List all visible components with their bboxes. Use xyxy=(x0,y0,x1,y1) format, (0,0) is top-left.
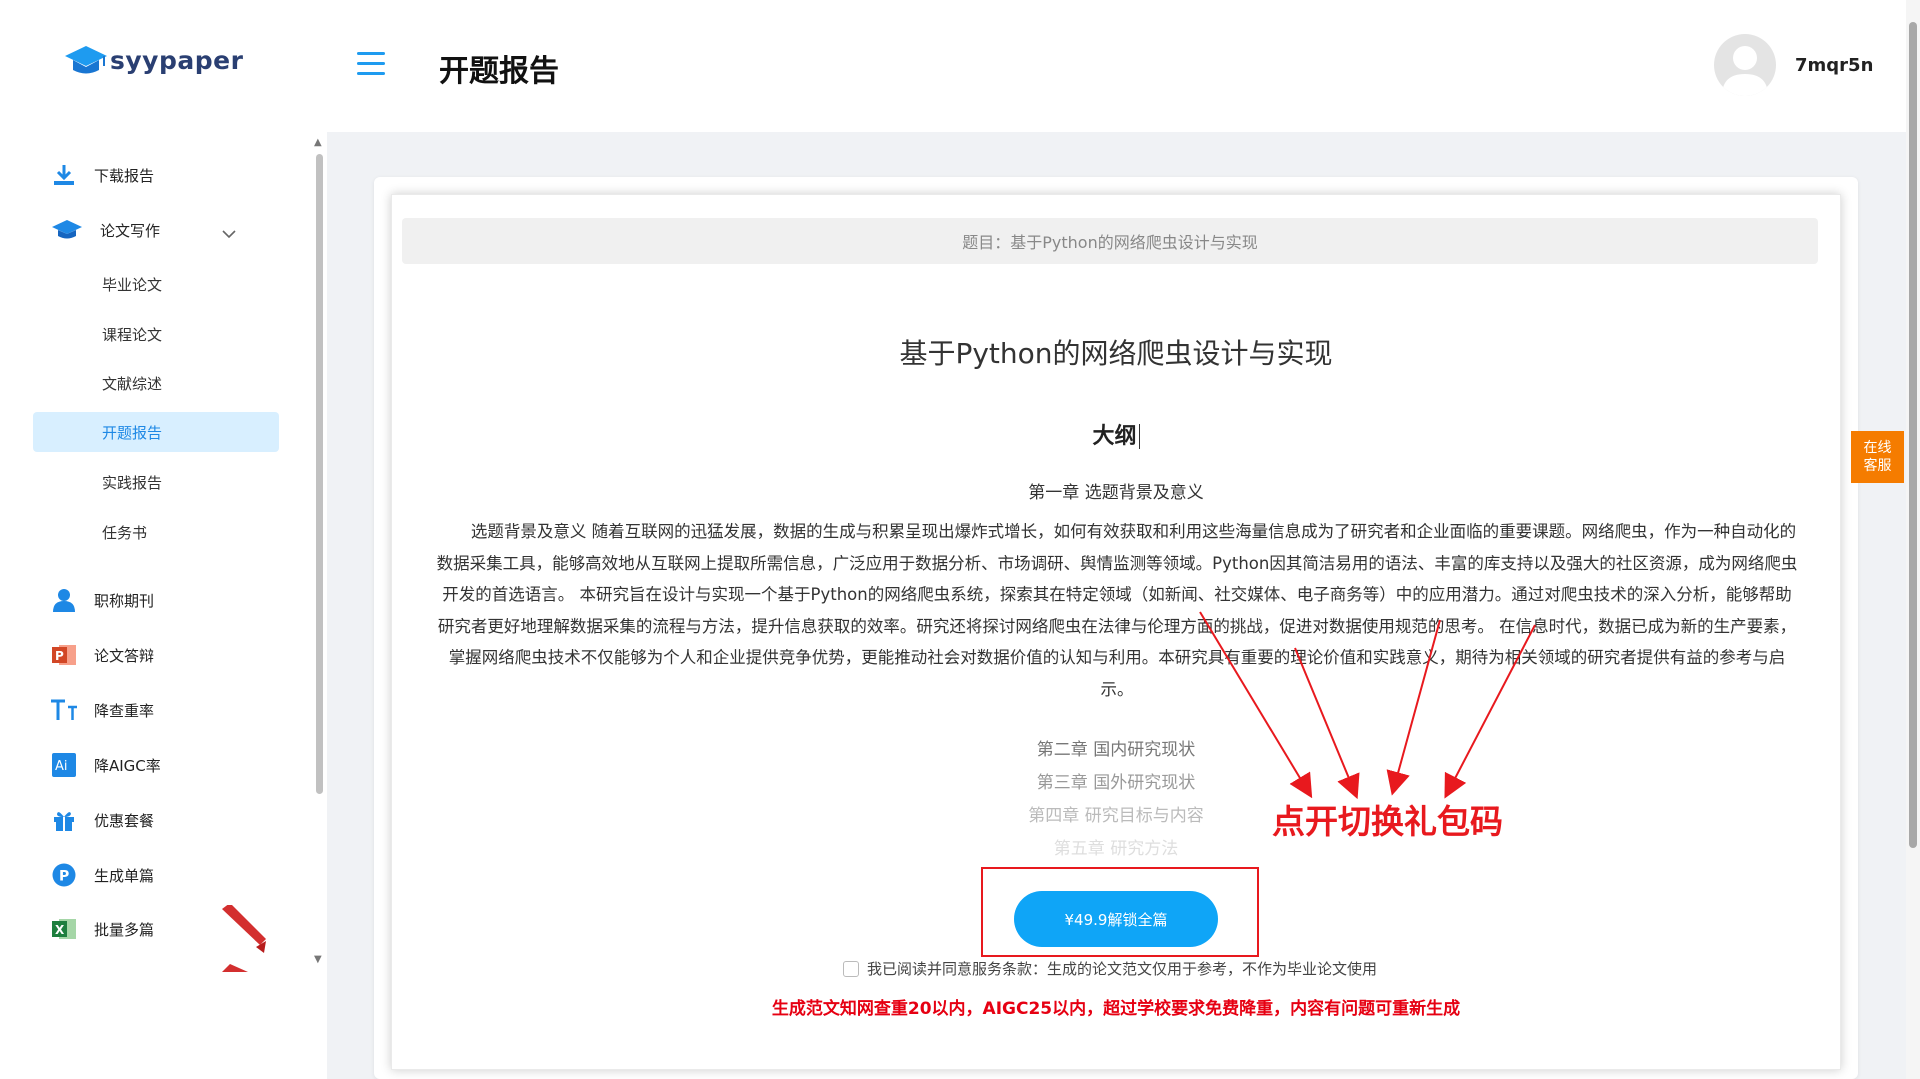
chapter-heading: 第一章 选题背景及意义 xyxy=(1028,483,1204,503)
topic-bar: 题目：基于Python的网络爬虫设计与实现 xyxy=(402,218,1818,264)
sidebar-subitem-course-paper[interactable]: 课程论文 xyxy=(33,314,279,354)
graduation-cap-icon xyxy=(50,216,84,244)
chapter-heading: 第四章 研究目标与内容 xyxy=(1028,806,1204,826)
svg-text:P: P xyxy=(55,649,64,663)
scroll-down-arrow-icon[interactable]: ▼ xyxy=(314,954,322,965)
sidebar-item-thesis-defense[interactable]: P 论文答辩 xyxy=(50,637,154,673)
chapter-heading: 第三章 国外研究现状 xyxy=(1036,773,1196,793)
sidebar-scrollbar[interactable] xyxy=(316,154,323,794)
text-size-icon xyxy=(50,696,78,724)
sidebar-item-reduce-aigc[interactable]: Ai 降AIGC率 xyxy=(50,747,161,783)
unlock-full-button[interactable]: ¥49.9解锁全篇 xyxy=(1014,891,1218,947)
sidebar-item-download-report[interactable]: 下载报告 xyxy=(50,157,154,193)
logo[interactable]: syypaper xyxy=(64,44,243,76)
graduation-cap-logo-icon xyxy=(64,44,108,76)
logo-text: syypaper xyxy=(110,45,244,75)
header: 开题报告 7mqr5n xyxy=(327,0,1920,132)
cs-label-line1: 在线 xyxy=(1863,440,1892,456)
document-title: 基于Python的网络爬虫设计与实现 xyxy=(899,337,1333,370)
username[interactable]: 7mqr5n xyxy=(1795,55,1873,76)
sidebar-item-label: 降AIGC率 xyxy=(94,756,161,775)
agreement-row: 我已阅读并同意服务条款：生成的论文范文仅用于参考，不作为毕业论文使用 xyxy=(843,958,1377,979)
sidebar-item-thesis-writing[interactable]: 论文写作 xyxy=(50,212,160,248)
hamburger-menu-icon[interactable] xyxy=(357,52,385,76)
excel-icon: X xyxy=(50,915,78,943)
avatar[interactable] xyxy=(1714,34,1776,96)
chapter-paragraph: 选题背景及意义 随着互联网的迅猛发展，数据的生成与积累呈现出爆炸式增长，如何有效… xyxy=(436,522,1798,699)
sidebar-item-label: 降查重率 xyxy=(94,701,155,720)
svg-text:Ai: Ai xyxy=(55,759,68,774)
sidebar-item-label: 下载报告 xyxy=(94,166,155,185)
sidebar-item-label: 职称期刊 xyxy=(94,591,155,610)
scroll-up-arrow-icon[interactable]: ▲ xyxy=(314,137,322,148)
svg-text:X: X xyxy=(55,923,65,937)
sidebar-item-reduce-duplication[interactable]: 降查重率 xyxy=(50,692,154,728)
outline-heading: 大纲 xyxy=(391,418,1841,450)
sidebar-item-generate-single[interactable]: P 生成单篇 xyxy=(50,857,154,893)
sidebar-item-label: 生成单篇 xyxy=(94,866,155,885)
chapter-heading: 第五章 研究方法 xyxy=(1053,839,1179,859)
p-circle-icon: P xyxy=(50,861,78,889)
sidebar-item-batch-multiple[interactable]: X 批量多篇 xyxy=(50,911,154,947)
sidebar-item-label: 论文答辩 xyxy=(94,646,155,665)
annotation-label: 点开切换礼包码 xyxy=(1272,802,1503,841)
sidebar-item-label: 批量多篇 xyxy=(94,920,155,939)
user-icon xyxy=(50,586,78,614)
agreement-checkbox[interactable] xyxy=(843,960,859,977)
sidebar-subitem-task-book[interactable]: 任务书 xyxy=(33,512,279,552)
sidebar-item-discount-package[interactable]: 优惠套餐 xyxy=(50,802,154,838)
online-customer-service-button[interactable]: 在线 客服 xyxy=(1851,431,1904,483)
gift-icon xyxy=(50,806,78,834)
page-scrollbar[interactable] xyxy=(1909,22,1917,848)
cs-label-line2: 客服 xyxy=(1863,458,1892,474)
page-title: 开题报告 xyxy=(439,54,559,89)
ribbon-badge-icon xyxy=(222,964,248,972)
agreement-text: 我已阅读并同意服务条款：生成的论文范文仅用于参考，不作为毕业论文使用 xyxy=(867,960,1378,978)
ai-icon: Ai xyxy=(50,751,78,779)
chevron-down-icon[interactable] xyxy=(222,229,236,239)
sidebar-subitem-graduation-thesis[interactable]: 毕业论文 xyxy=(33,264,279,304)
download-icon xyxy=(50,161,78,189)
sidebar: syypaper 下载报告 论文写作 毕业论文 课程论文 文献综述 开题报告 实… xyxy=(0,0,327,1079)
sidebar-subitem-practice-report[interactable]: 实践报告 xyxy=(33,462,279,502)
sidebar-subitem-literature-review[interactable]: 文献综述 xyxy=(33,363,279,403)
svg-text:P: P xyxy=(59,869,69,885)
sidebar-item-label: 优惠套餐 xyxy=(94,811,155,830)
sidebar-item-professional-journal[interactable]: 职称期刊 xyxy=(50,582,154,618)
ribbon-badge-icon xyxy=(222,905,266,953)
powerpoint-icon: P xyxy=(50,641,78,669)
sidebar-subitem-proposal-report[interactable]: 开题报告 xyxy=(33,412,279,452)
notice-text: 生成范文知网查重20以内，AIGC25以内，超过学校要求免费降重，内容有问题可重… xyxy=(771,999,1461,1019)
chapter-heading: 第二章 国内研究现状 xyxy=(1036,740,1196,760)
sidebar-item-label: 论文写作 xyxy=(100,221,161,240)
